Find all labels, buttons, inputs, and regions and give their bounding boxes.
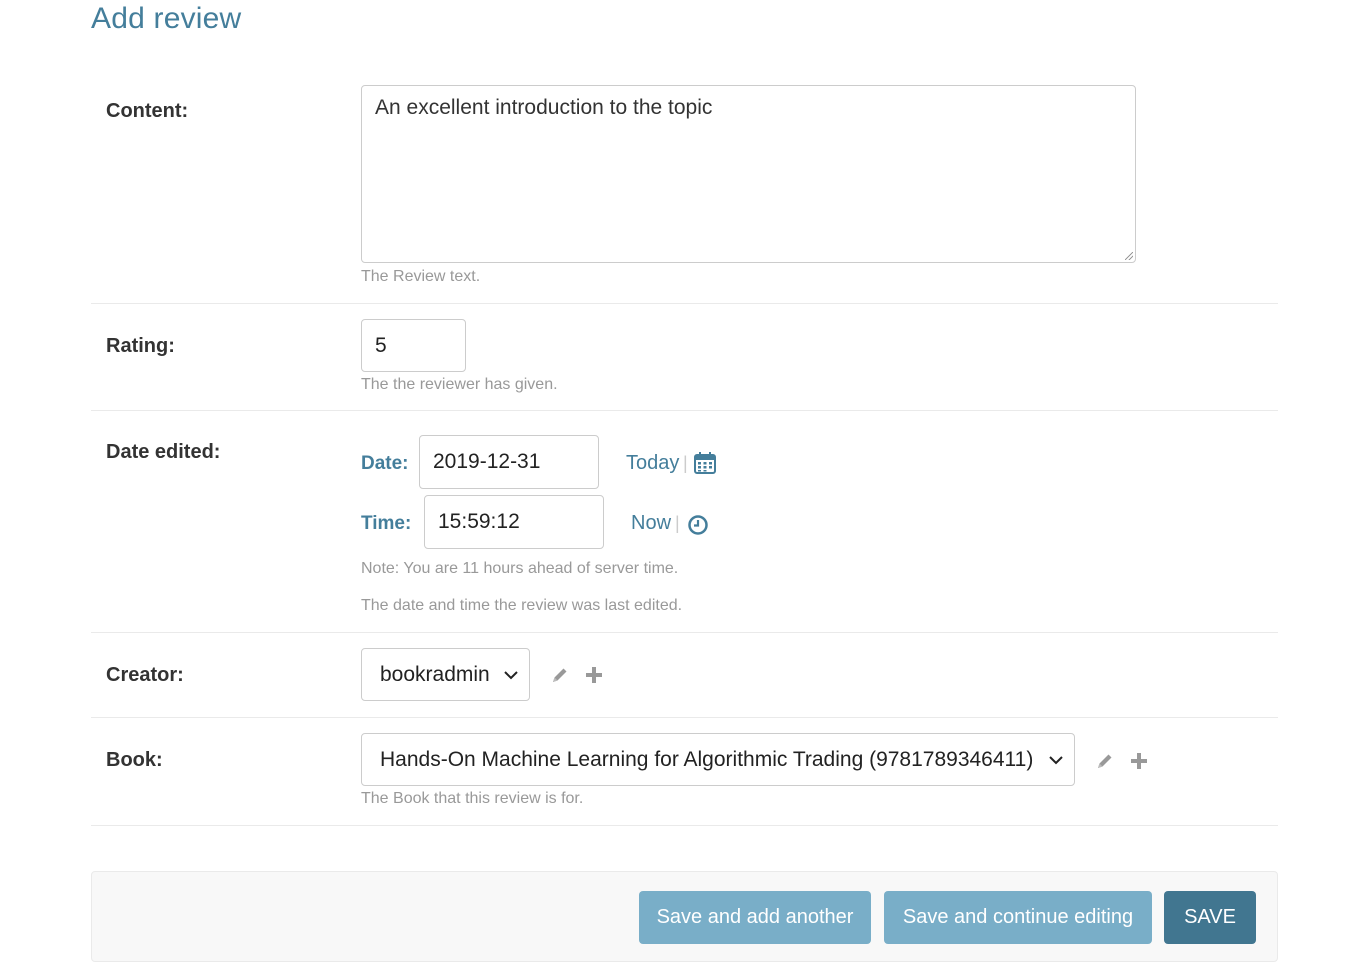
chevron-down-icon: [504, 670, 518, 679]
book-selected: Hands-On Machine Learning for Algorithmi…: [380, 747, 1034, 771]
rating-input[interactable]: 5: [361, 319, 466, 372]
content-textarea[interactable]: An excellent introduction to the topic: [361, 85, 1136, 263]
date-sublabel: Date:: [361, 453, 409, 474]
plus-icon[interactable]: [1130, 752, 1148, 770]
creator-selected: bookradmin: [380, 662, 490, 686]
resize-grip-icon[interactable]: [1125, 252, 1133, 260]
field-row-creator: Creator: bookradmin: [91, 632, 1278, 718]
content-value: An excellent introduction to the topic: [375, 96, 713, 119]
submit-row: Save and add another Save and continue e…: [91, 871, 1278, 962]
book-select[interactable]: Hands-On Machine Learning for Algorithmi…: [361, 733, 1075, 786]
rating-help-text: The the reviewer has given.: [361, 376, 558, 393]
now-link[interactable]: Now: [631, 512, 671, 535]
time-value: 15:59:12: [438, 510, 520, 533]
book-label: Book:: [106, 749, 163, 771]
field-row-content: Content: An excellent introduction to th…: [91, 60, 1278, 304]
content-help-text: The Review text.: [361, 268, 481, 285]
field-row-rating: Rating: 5 The the reviewer has given.: [91, 303, 1278, 411]
field-row-date-edited: Date edited: Date: 2019-12-31 Today | Ti…: [91, 410, 1278, 633]
date-edited-help-text: The date and time the review was last ed…: [361, 597, 683, 614]
date-input[interactable]: 2019-12-31: [419, 435, 599, 489]
rating-label: Rating:: [106, 335, 175, 357]
pencil-icon[interactable]: [550, 665, 570, 685]
page-title: Add review: [91, 2, 242, 35]
calendar-icon[interactable]: [693, 451, 717, 475]
pencil-icon[interactable]: [1095, 751, 1115, 771]
today-link[interactable]: Today: [626, 452, 679, 475]
field-row-book: Book: Hands-On Machine Learning for Algo…: [91, 717, 1278, 826]
content-label: Content:: [106, 100, 189, 122]
creator-select[interactable]: bookradmin: [361, 648, 530, 701]
rating-value: 5: [375, 333, 387, 357]
plus-icon[interactable]: [585, 666, 603, 684]
now-separator: |: [675, 513, 680, 533]
book-help-text: The Book that this review is for.: [361, 790, 584, 807]
time-input[interactable]: 15:59:12: [424, 495, 604, 549]
save-button[interactable]: SAVE: [1164, 891, 1256, 944]
time-sublabel: Time:: [361, 513, 412, 534]
timezone-note: Note: You are 11 hours ahead of server t…: [361, 560, 679, 577]
today-separator: |: [683, 453, 688, 473]
date-edited-label: Date edited:: [106, 441, 221, 463]
save-and-continue-button[interactable]: Save and continue editing: [884, 891, 1152, 944]
chevron-down-icon: [1049, 755, 1063, 764]
creator-label: Creator:: [106, 664, 184, 686]
date-value: 2019-12-31: [433, 450, 541, 473]
save-and-add-another-button[interactable]: Save and add another: [639, 891, 871, 944]
clock-icon[interactable]: [687, 514, 709, 536]
